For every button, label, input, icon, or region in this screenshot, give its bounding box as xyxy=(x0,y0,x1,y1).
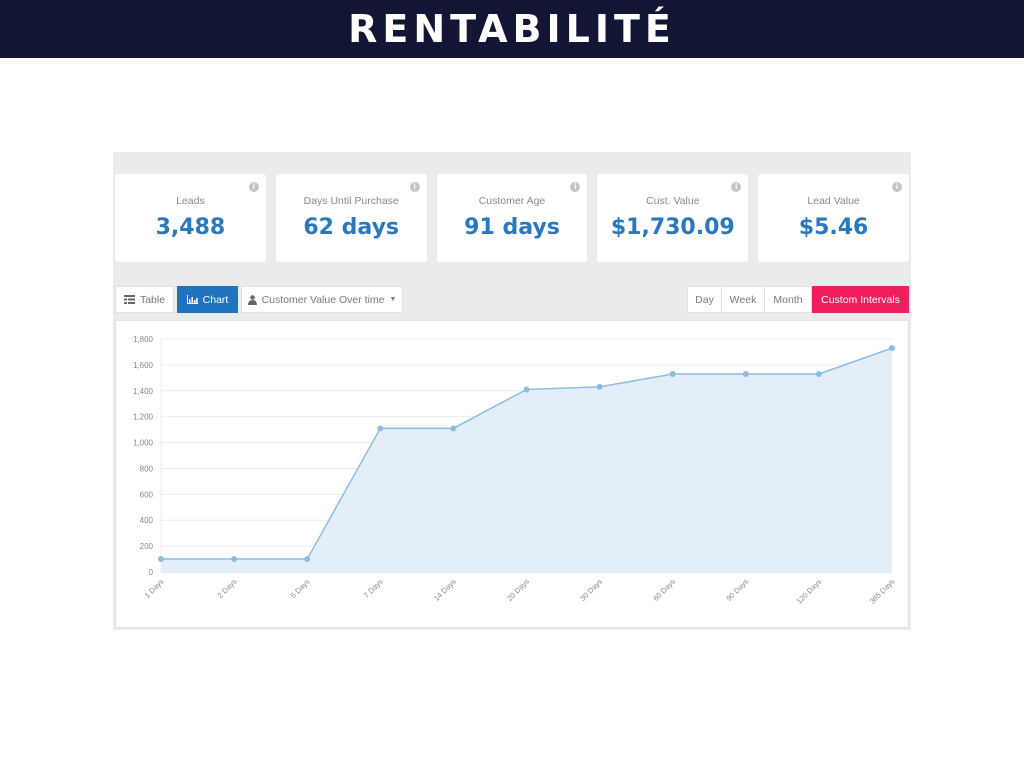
data-point[interactable] xyxy=(450,425,457,432)
y-tick-label: 1,200 xyxy=(133,413,154,422)
chart-toolbar: Table Chart Customer Value Over time ▼ D… xyxy=(115,286,909,314)
data-point[interactable] xyxy=(669,370,676,377)
chart-panel: 0 200 400 600 800 1,000 1,200 1,400 1,600 1,800 1… xyxy=(115,320,909,628)
info-icon[interactable]: i xyxy=(248,182,259,192)
x-tick-label: 120 Days xyxy=(795,577,824,606)
info-icon[interactable]: i xyxy=(570,182,581,192)
y-tick-label: 1,800 xyxy=(133,335,154,344)
y-tick-label: 1,400 xyxy=(133,387,154,396)
interval-week-button[interactable]: Week xyxy=(721,286,765,313)
x-tick-label: 14 Days xyxy=(432,577,458,603)
y-axis: 0 200 400 600 800 1,000 1,200 1,400 1,600 1,800 xyxy=(133,335,154,577)
y-tick-label: 400 xyxy=(140,516,154,525)
data-point[interactable] xyxy=(889,345,895,352)
metric-dropdown[interactable]: Customer Value Over time ▼ xyxy=(241,286,403,313)
kpi-label: Leads xyxy=(176,195,205,207)
x-tick-label: 90 Days xyxy=(724,577,750,603)
chevron-down-icon: ▼ xyxy=(389,296,397,303)
data-point[interactable] xyxy=(815,370,822,377)
metric-dropdown-label: Customer Value Over time xyxy=(261,293,385,306)
interval-custom-label: Custom Intervals xyxy=(821,293,900,306)
kpi-card-cust-value: i Cust. Value $1,730.09 xyxy=(597,174,749,262)
kpi-cards: i Leads 3,488 i Days Until Purchase 62 d… xyxy=(115,174,909,262)
x-axis: 1 Days 2 Days 5 Days 7 Days 14 Days 20 Days 30… xyxy=(143,577,897,606)
x-tick-label: 20 Days xyxy=(505,577,531,603)
banner-title: RENTABILITÉ xyxy=(348,7,676,51)
kpi-label: Customer Age xyxy=(478,195,546,207)
x-tick-label: 2 Days xyxy=(216,577,239,600)
chart-view-button[interactable]: Chart xyxy=(177,286,238,313)
info-icon[interactable]: i xyxy=(891,182,902,192)
y-tick-label: 1,600 xyxy=(133,361,154,370)
data-point[interactable] xyxy=(742,370,749,377)
x-tick-label: 60 Days xyxy=(651,577,677,603)
interval-day-button[interactable]: Day xyxy=(687,286,722,313)
area-chart: 0 200 400 600 800 1,000 1,200 1,400 1,600 1,800 1… xyxy=(133,335,897,606)
info-icon[interactable]: i xyxy=(409,182,420,192)
interval-month-button[interactable]: Month xyxy=(764,286,812,313)
kpi-value: $1,730.09 xyxy=(610,215,735,240)
data-point[interactable] xyxy=(596,383,603,390)
data-point[interactable] xyxy=(231,556,238,563)
interval-month-label: Month xyxy=(773,293,803,306)
interval-week-label: Week xyxy=(729,293,757,306)
kpi-label: Lead Value xyxy=(807,195,860,207)
y-tick-label: 800 xyxy=(140,464,154,473)
table-view-label: Table xyxy=(139,293,166,306)
y-tick-label: 1,000 xyxy=(133,439,154,448)
kpi-value: 62 days xyxy=(303,215,400,240)
table-view-button[interactable]: Table xyxy=(115,286,174,313)
series-area xyxy=(161,348,892,572)
x-tick-label: 30 Days xyxy=(578,577,604,603)
table-icon xyxy=(123,295,135,304)
x-tick-label: 365 Days xyxy=(868,577,897,606)
kpi-card-customer-age: i Customer Age 91 days xyxy=(436,174,588,262)
kpi-card-lead-value: i Lead Value $5.46 xyxy=(758,174,909,262)
kpi-label: Cust. Value xyxy=(646,195,700,207)
x-tick-label: 7 Days xyxy=(362,577,385,600)
kpi-card-days-until-purchase: i Days Until Purchase 62 days xyxy=(275,174,427,262)
x-tick-label: 1 Days xyxy=(143,577,166,600)
x-tick-label: 5 Days xyxy=(289,577,312,600)
kpi-value: 3,488 xyxy=(155,215,226,240)
data-point[interactable] xyxy=(304,556,311,563)
banner: RENTABILITÉ xyxy=(0,0,1024,58)
bar-chart-icon xyxy=(186,295,198,304)
y-tick-label: 0 xyxy=(149,568,154,577)
data-point[interactable] xyxy=(523,386,530,393)
data-point[interactable] xyxy=(377,425,384,432)
kpi-card-leads: i Leads 3,488 xyxy=(115,174,266,262)
y-tick-label: 600 xyxy=(140,490,154,499)
kpi-value: 91 days xyxy=(464,215,560,240)
interval-day-label: Day xyxy=(695,293,714,306)
dashboard: i Leads 3,488 i Days Until Purchase 62 d… xyxy=(113,152,911,630)
kpi-value: $5.46 xyxy=(798,215,869,240)
info-icon[interactable]: i xyxy=(731,182,742,192)
data-point[interactable] xyxy=(158,556,164,563)
kpi-label: Days Until Purchase xyxy=(303,195,399,207)
interval-custom-button[interactable]: Custom Intervals xyxy=(812,286,909,313)
chart-view-label: Chart xyxy=(202,293,229,306)
y-tick-label: 200 xyxy=(140,542,154,551)
user-icon xyxy=(247,294,257,305)
